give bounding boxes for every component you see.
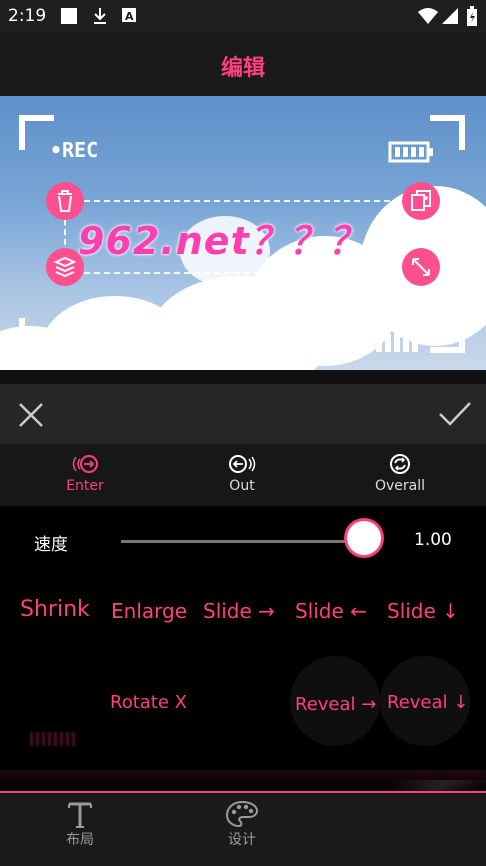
out-animation-icon bbox=[229, 455, 256, 473]
delete-handle-button[interactable] bbox=[46, 182, 84, 220]
trash-icon bbox=[58, 190, 72, 212]
tab-enter-label: Enter bbox=[66, 478, 104, 494]
effect-item[interactable]: Slide ← bbox=[295, 599, 367, 623]
overall-animation-icon bbox=[390, 454, 410, 474]
nav-item-layout[interactable]: 布局 bbox=[30, 799, 130, 849]
animation-tabs: Enter Out Overall bbox=[0, 444, 486, 506]
tab-enter[interactable]: Enter bbox=[25, 454, 145, 494]
effect-item[interactable]: Rotate X bbox=[110, 692, 187, 713]
status-time: 2:19 bbox=[8, 6, 47, 26]
sticker-text[interactable]: 962.net？？？ bbox=[78, 210, 367, 265]
notification-square-icon bbox=[60, 7, 78, 29]
resize-handle-button[interactable] bbox=[402, 248, 440, 286]
effect-item[interactable]: Enlarge bbox=[111, 599, 187, 623]
layer-handle-button[interactable] bbox=[46, 248, 84, 286]
nav-design-label: 设计 bbox=[228, 832, 256, 848]
effect-item[interactable]: Slide ↓ bbox=[387, 599, 459, 623]
copy-icon bbox=[411, 190, 431, 211]
speed-row: 速度 1.00 bbox=[0, 516, 486, 566]
action-bar bbox=[0, 384, 486, 444]
tab-overall[interactable]: Overall bbox=[340, 454, 460, 494]
tab-out-label: Out bbox=[229, 478, 255, 494]
speed-label: 速度 bbox=[34, 535, 68, 555]
signal-icon bbox=[442, 8, 458, 28]
speed-value: 1.00 bbox=[414, 530, 452, 550]
nav-item-design[interactable]: 设计 bbox=[192, 799, 292, 849]
speed-slider-thumb[interactable] bbox=[347, 521, 381, 555]
palette-icon bbox=[225, 800, 259, 828]
battery-graphic-icon bbox=[388, 141, 433, 163]
resize-arrows-icon bbox=[412, 258, 430, 276]
enter-animation-icon bbox=[72, 455, 98, 473]
svg-text:A: A bbox=[125, 10, 134, 23]
nav-layout-label: 布局 bbox=[66, 832, 94, 848]
page-title: 编辑 bbox=[220, 56, 265, 81]
tab-out[interactable]: Out bbox=[182, 454, 302, 494]
effect-preview-blur bbox=[30, 732, 76, 746]
effect-item[interactable]: Shrink bbox=[20, 597, 90, 622]
bottom-nav: 布局 设计 bbox=[0, 791, 486, 866]
copy-handle-button[interactable] bbox=[402, 182, 440, 220]
app-a-icon: A bbox=[121, 7, 137, 27]
download-icon bbox=[92, 7, 108, 29]
effect-item[interactable]: Slide → bbox=[203, 599, 275, 623]
wifi-icon bbox=[418, 8, 438, 28]
separator bbox=[0, 370, 486, 384]
rec-label: •REC bbox=[50, 138, 99, 162]
audio-level-icon bbox=[376, 330, 418, 352]
status-bar: 2:19 A bbox=[0, 0, 486, 32]
text-icon bbox=[68, 802, 92, 828]
battery-icon bbox=[467, 6, 477, 30]
video-preview[interactable]: •REC 962.net？？？ bbox=[0, 96, 486, 370]
viewfinder-corner-icon bbox=[19, 318, 54, 353]
layers-icon bbox=[53, 256, 77, 278]
check-icon[interactable] bbox=[438, 400, 472, 428]
viewfinder-corner-icon bbox=[430, 318, 465, 353]
effect-item[interactable]: Reveal → bbox=[295, 694, 376, 715]
speed-slider-track[interactable] bbox=[121, 540, 365, 543]
tab-overall-label: Overall bbox=[374, 478, 426, 494]
app-bar: 编辑 bbox=[0, 32, 486, 96]
effect-item[interactable]: Reveal ↓ bbox=[387, 692, 468, 713]
close-icon[interactable] bbox=[18, 402, 44, 428]
